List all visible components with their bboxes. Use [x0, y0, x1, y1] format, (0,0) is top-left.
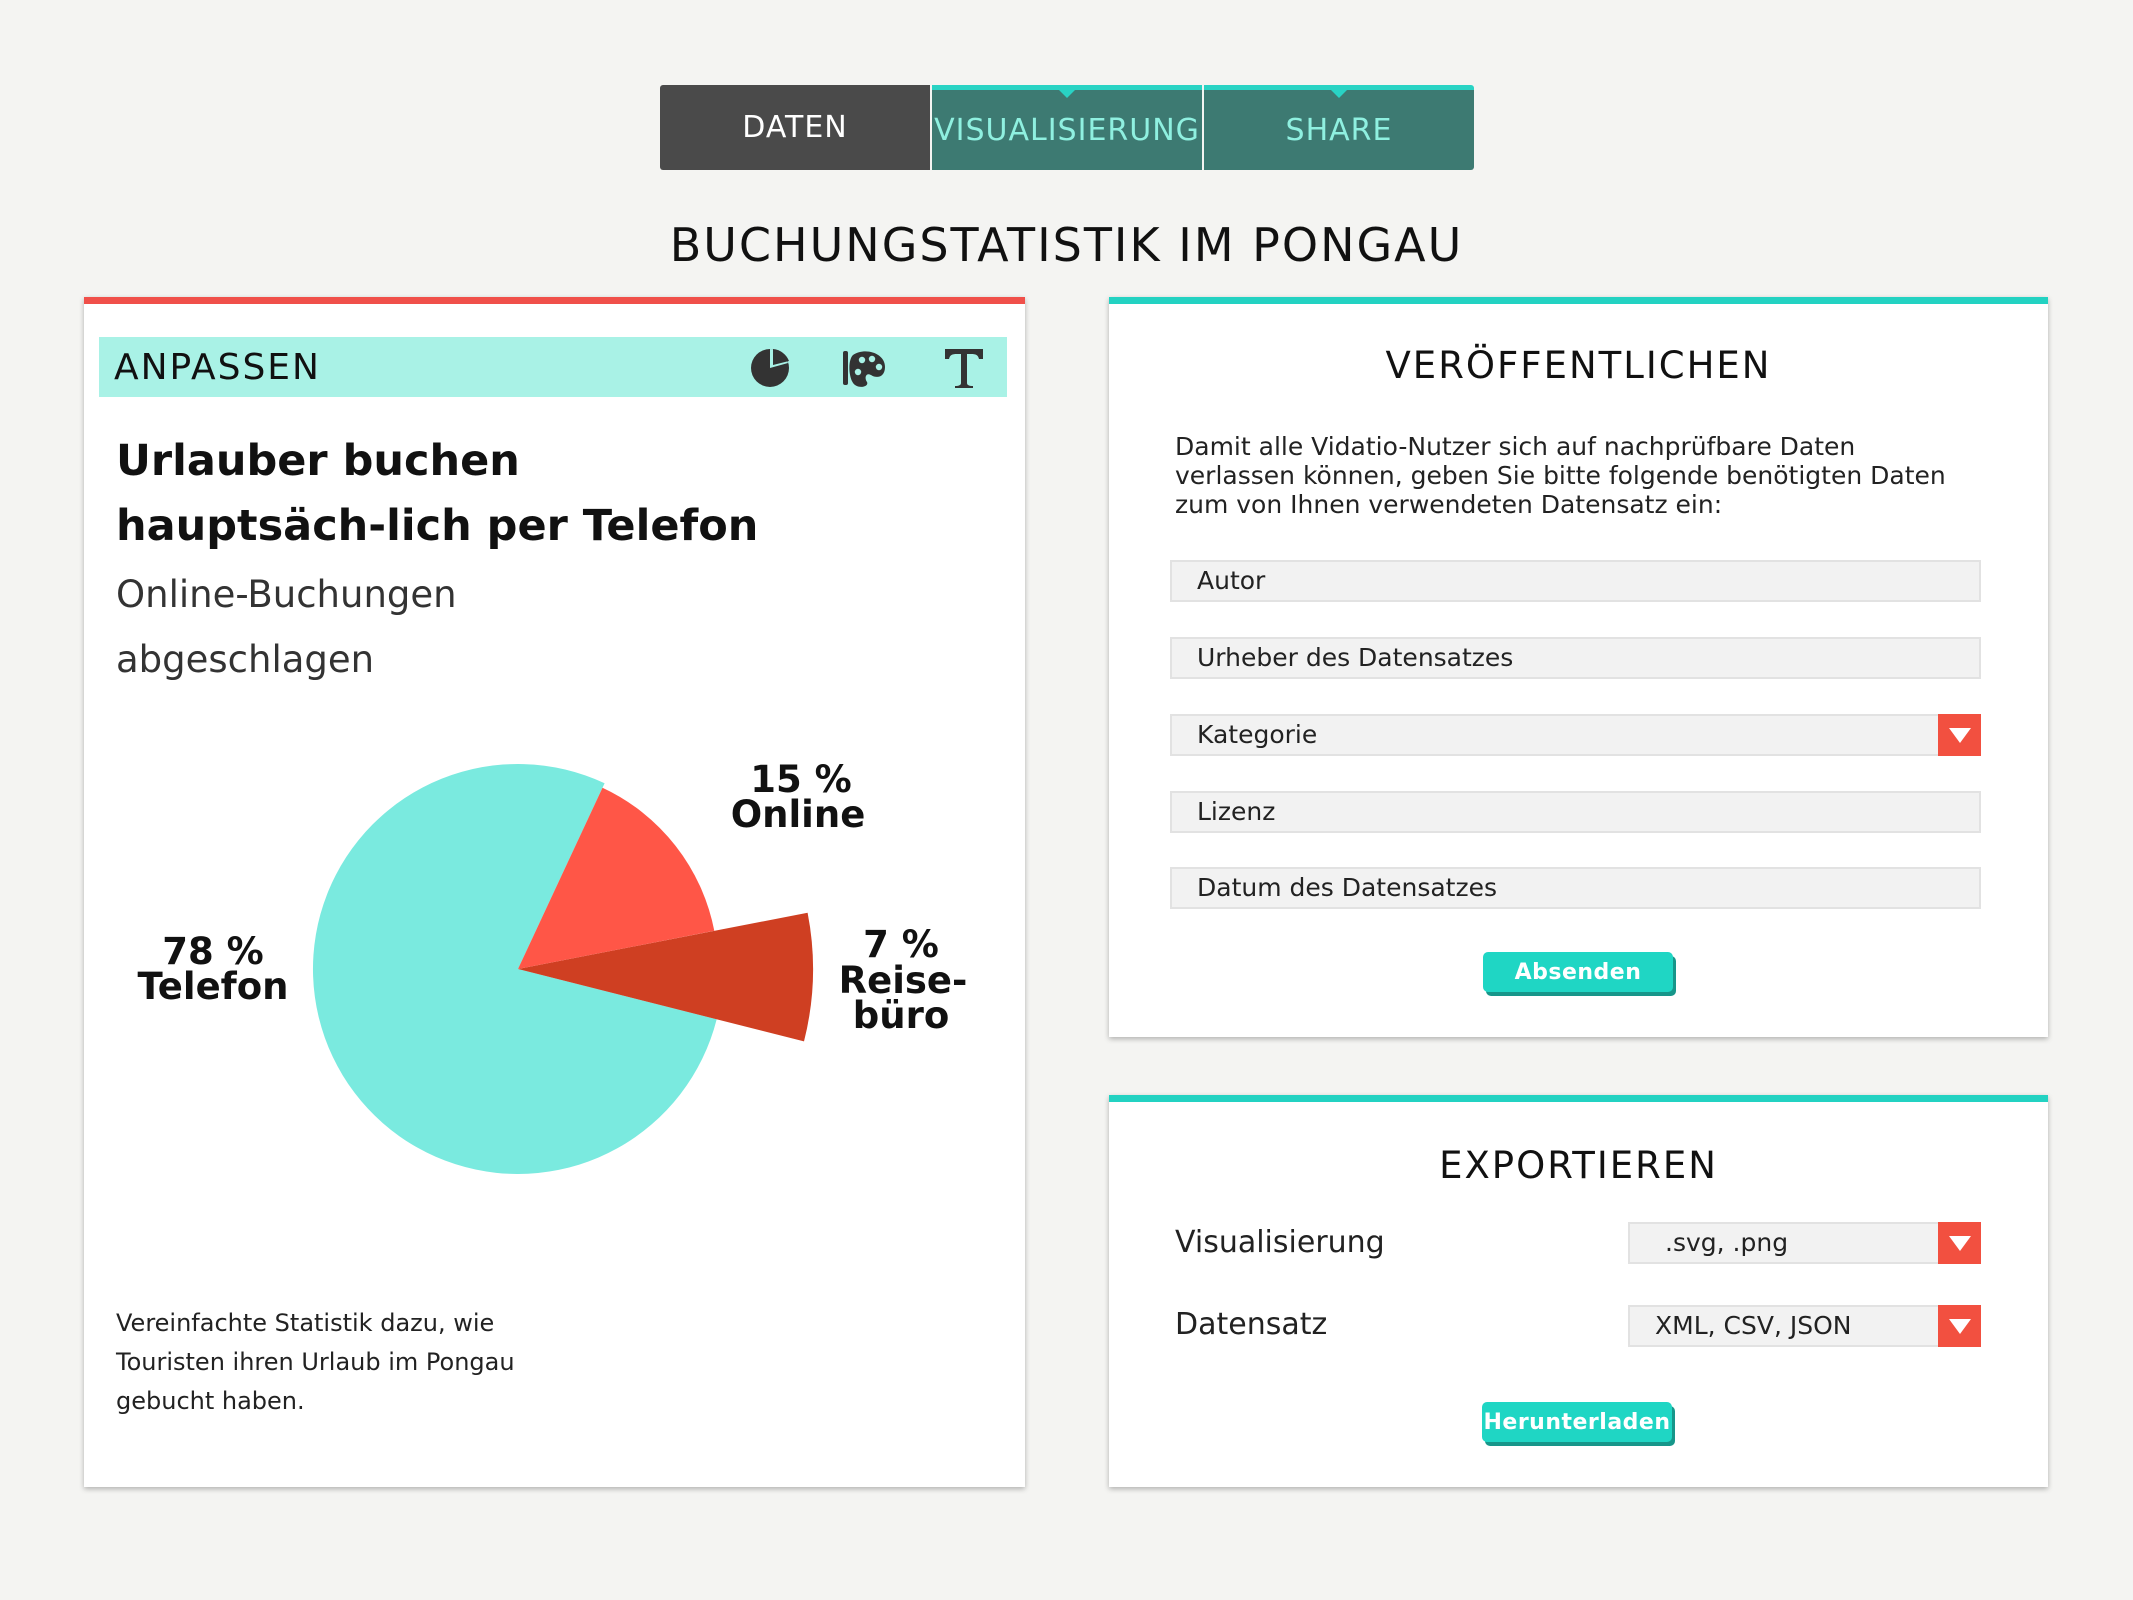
customize-panel: ANPASSEN Urlauber buchen hauptsäch-lich …: [84, 297, 1025, 1487]
publish-panel: VERÖFFENTLICHEN Damit alle Vidatio-Nutze…: [1109, 297, 2048, 1037]
export-title: EXPORTIEREN: [1439, 1144, 1718, 1187]
publish-description: Damit alle Vidatio-Nutzer sich auf nachp…: [1175, 432, 1946, 519]
publish-title: VERÖFFENTLICHEN: [1385, 344, 1772, 387]
chevron-down-icon: [1948, 727, 1971, 743]
customize-title: ANPASSEN: [114, 346, 321, 388]
pie-chart-icon[interactable]: [747, 345, 793, 391]
visualization-format-label: Visualisierung: [1175, 1225, 1385, 1260]
download-button[interactable]: Herunterladen: [1482, 1402, 1672, 1442]
tab-share-label: SHARE: [1285, 112, 1393, 148]
chevron-down-icon: [1948, 1235, 1971, 1251]
page-title: BUCHUNGSTATISTIK IM PONGAU: [669, 218, 1464, 272]
export-panel: EXPORTIEREN Visualisierung .svg, .png Da…: [1109, 1095, 2048, 1487]
chart-footnote[interactable]: Vereinfachte Statistik dazu, wie Tourist…: [116, 1304, 536, 1421]
palette-icon[interactable]: [841, 345, 887, 391]
dataset-format-value: XML, CSV, JSON: [1655, 1311, 1852, 1340]
chevron-down-icon: [1948, 1318, 1971, 1334]
pie-slice-reisebuero[interactable]: [518, 912, 814, 1042]
category-dropdown-button[interactable]: [1938, 714, 1981, 756]
dataset-format-select[interactable]: XML, CSV, JSON: [1628, 1305, 1981, 1347]
tab-visualisierung-label: VISUALISIERUNG: [934, 112, 1200, 148]
slice-label-telefon-name: Telefon: [137, 965, 288, 1008]
customize-toolbar: ANPASSEN: [99, 337, 1007, 397]
slice-label-telefon-value: 78 %: [162, 930, 263, 973]
slice-label-online-name: Online: [731, 793, 866, 836]
category-select-label: Kategorie: [1197, 720, 1318, 749]
tab-daten[interactable]: DATEN: [660, 85, 930, 170]
slice-label-online-value: 15 %: [750, 758, 851, 801]
main-tab-bar: DATEN VISUALISIERUNG SHARE: [660, 85, 1474, 170]
tab-notch: [1059, 90, 1075, 98]
tab-visualisierung[interactable]: VISUALISIERUNG: [932, 85, 1202, 170]
visualization-format-select[interactable]: .svg, .png: [1628, 1222, 1981, 1264]
origin-field[interactable]: Urheber des Datensatzes: [1170, 637, 1981, 679]
text-icon[interactable]: [941, 345, 987, 391]
license-field[interactable]: Lizenz: [1170, 791, 1981, 833]
author-field[interactable]: Autor: [1170, 560, 1981, 602]
tab-share[interactable]: SHARE: [1204, 85, 1474, 170]
dataset-format-label: Datensatz: [1175, 1307, 1328, 1342]
chart-title[interactable]: Urlauber buchen hauptsäch-lich per Telef…: [116, 429, 776, 559]
slice-label-reisebuero-value: 7 %: [863, 923, 939, 966]
category-select[interactable]: Kategorie: [1170, 714, 1981, 756]
visualization-format-value: .svg, .png: [1665, 1228, 1789, 1257]
slice-label-reisebuero-line2: büro: [853, 994, 950, 1037]
dataset-format-dropdown-button[interactable]: [1938, 1305, 1981, 1347]
pie-slice-telefon[interactable]: [312, 763, 717, 1174]
submit-button[interactable]: Absenden: [1483, 952, 1673, 992]
visualization-format-dropdown-button[interactable]: [1938, 1222, 1981, 1264]
slice-label-reisebuero-line1: Reise-: [839, 959, 968, 1002]
chart-subtitle[interactable]: Online-Buchungen abgeschlagen: [116, 562, 516, 692]
tab-notch: [1331, 90, 1347, 98]
pie-slice-online[interactable]: [518, 787, 715, 969]
dataset-date-field[interactable]: Datum des Datensatzes: [1170, 867, 1981, 909]
